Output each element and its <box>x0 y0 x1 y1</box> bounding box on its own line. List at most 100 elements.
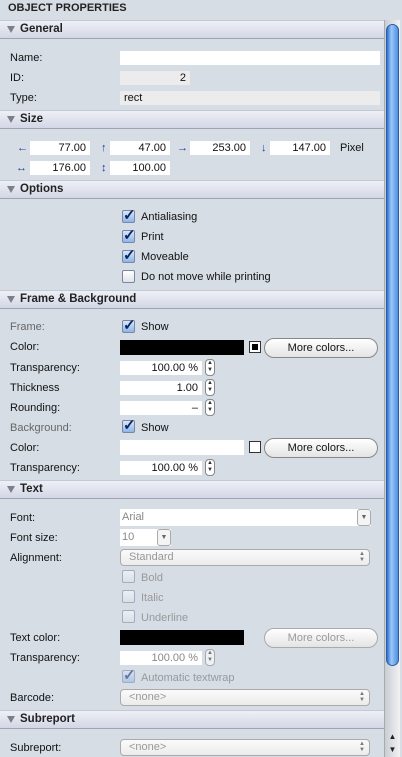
scrollbar-thumb[interactable] <box>386 24 399 666</box>
bg-transparency-label: Transparency: <box>10 462 80 474</box>
height-input[interactable]: 100.00 <box>110 161 170 175</box>
antialiasing-checkbox[interactable] <box>122 206 136 224</box>
updown-icon: ▲ ▼ <box>359 741 365 753</box>
bg-color-label: Color: <box>10 442 40 454</box>
bg-transparency-stepper[interactable]: ▲ ▼ <box>205 459 215 476</box>
id-field: 2 <box>120 71 190 85</box>
moveable-label: Moveable <box>141 251 189 263</box>
section-label: Subreport <box>20 713 75 725</box>
chevron-down-icon[interactable]: ▼ <box>157 529 171 546</box>
print-checkbox[interactable] <box>122 226 136 244</box>
section-label: Size <box>20 113 44 125</box>
frame-show-label: Show <box>141 321 169 333</box>
down-arrow-icon: ↓ <box>261 142 267 154</box>
bg-more-colors-button[interactable]: More colors... <box>264 438 378 458</box>
updown-icon: ▲ ▼ <box>359 691 365 703</box>
text-more-colors-button[interactable]: More colors... <box>264 628 378 648</box>
up-arrow-icon: ↑ <box>101 142 107 154</box>
subreport-select[interactable]: <none> ▲ ▼ <box>120 739 370 756</box>
id-label: ID: <box>10 72 25 84</box>
font-combobox[interactable]: Arial ▼ <box>120 509 371 526</box>
font-value: Arial <box>122 511 145 523</box>
subreport-label: Subreport: <box>10 742 62 754</box>
disclosure-triangle-icon <box>7 116 15 123</box>
disclosure-triangle-icon <box>7 26 15 33</box>
font-size-label: Font size: <box>10 532 58 544</box>
section-label: General <box>20 23 63 35</box>
height-arrow-icon: ↕ <box>101 162 107 174</box>
right-arrow-icon: → <box>177 142 188 154</box>
alignment-value: Standard <box>129 551 174 563</box>
rounding-stepper[interactable]: ▲ ▼ <box>205 399 215 416</box>
chevron-down-icon[interactable]: ▼ <box>357 509 371 526</box>
section-label: Options <box>20 183 64 195</box>
width-input[interactable]: 176.00 <box>30 161 90 175</box>
section-label: Frame & Background <box>20 293 137 305</box>
italic-checkbox[interactable] <box>122 590 135 603</box>
frame-color-well[interactable] <box>120 340 244 355</box>
thickness-label: Thickness <box>10 382 60 394</box>
section-text[interactable]: Text <box>0 480 384 499</box>
bottom-input[interactable]: 147.00 <box>270 141 330 155</box>
bold-checkbox[interactable] <box>122 570 135 583</box>
type-field: rect <box>120 91 380 105</box>
frame-show-checkbox[interactable] <box>122 316 136 334</box>
left-arrow-icon: ← <box>17 142 28 154</box>
width-arrow-icon: ↔ <box>16 162 27 174</box>
disclosure-triangle-icon <box>7 186 15 193</box>
frame-color-label: Color: <box>10 341 40 353</box>
antialiasing-label: Antialiasing <box>141 211 198 223</box>
scroll-up-arrow-icon[interactable]: ▲ <box>386 732 399 743</box>
background-label: Background: <box>10 422 72 434</box>
bg-transparency-input[interactable]: 100.00 % <box>120 461 202 475</box>
text-color-label: Text color: <box>10 632 61 644</box>
bg-color-well[interactable] <box>120 440 244 455</box>
thickness-input[interactable]: 1.00 <box>120 381 202 395</box>
underline-checkbox[interactable] <box>122 610 135 623</box>
thickness-stepper[interactable]: ▲ ▼ <box>205 379 215 396</box>
panel-title: OBJECT PROPERTIES <box>8 2 127 14</box>
barcode-select[interactable]: <none> ▲ ▼ <box>120 689 370 706</box>
disclosure-triangle-icon <box>7 296 15 303</box>
top-input[interactable]: 47.00 <box>110 141 170 155</box>
text-transparency-label: Transparency: <box>10 652 80 664</box>
frame-transparency-label: Transparency: <box>10 362 80 374</box>
underline-label: Underline <box>141 612 189 624</box>
bg-color-swatch[interactable] <box>249 441 261 453</box>
text-transparency-input[interactable]: 100.00 % <box>120 651 202 665</box>
frame-transparency-stepper[interactable]: ▲ ▼ <box>205 359 215 376</box>
frame-label: Frame: <box>10 321 45 333</box>
autowrap-checkbox[interactable] <box>122 666 136 684</box>
text-color-well[interactable] <box>120 630 244 645</box>
unit-label: Pixel <box>340 142 364 154</box>
section-label: Text <box>20 483 43 495</box>
section-frame-background[interactable]: Frame & Background <box>0 290 384 309</box>
alignment-select[interactable]: Standard ▲ ▼ <box>120 549 370 566</box>
text-transparency-stepper[interactable]: ▲ ▼ <box>205 649 215 666</box>
barcode-value: <none> <box>129 691 167 703</box>
left-input[interactable]: 77.00 <box>30 141 90 155</box>
scroll-down-arrow-icon[interactable]: ▼ <box>386 745 399 756</box>
rounding-input[interactable]: – <box>120 401 202 415</box>
no-move-checkbox[interactable] <box>122 270 135 283</box>
disclosure-triangle-icon <box>7 716 15 723</box>
no-move-label: Do not move while printing <box>141 271 271 283</box>
rounding-label: Rounding: <box>10 402 61 414</box>
section-options[interactable]: Options <box>0 180 384 199</box>
name-label: Name: <box>10 52 43 64</box>
name-input[interactable] <box>120 51 380 65</box>
right-input[interactable]: 253.00 <box>190 141 250 155</box>
frame-transparency-input[interactable]: 100.00 % <box>120 361 202 375</box>
updown-icon: ▲ ▼ <box>359 551 365 563</box>
moveable-checkbox[interactable] <box>122 246 136 264</box>
background-show-checkbox[interactable] <box>122 416 136 434</box>
frame-more-colors-button[interactable]: More colors... <box>264 338 378 358</box>
font-size-combobox[interactable]: 10 ▼ <box>120 529 171 546</box>
background-show-label: Show <box>141 422 169 434</box>
type-label: Type: <box>10 92 37 104</box>
section-general[interactable]: General <box>0 20 384 39</box>
section-size[interactable]: Size <box>0 110 384 129</box>
frame-color-swatch[interactable] <box>249 341 261 353</box>
section-subreport[interactable]: Subreport <box>0 710 384 729</box>
print-label: Print <box>141 231 164 243</box>
